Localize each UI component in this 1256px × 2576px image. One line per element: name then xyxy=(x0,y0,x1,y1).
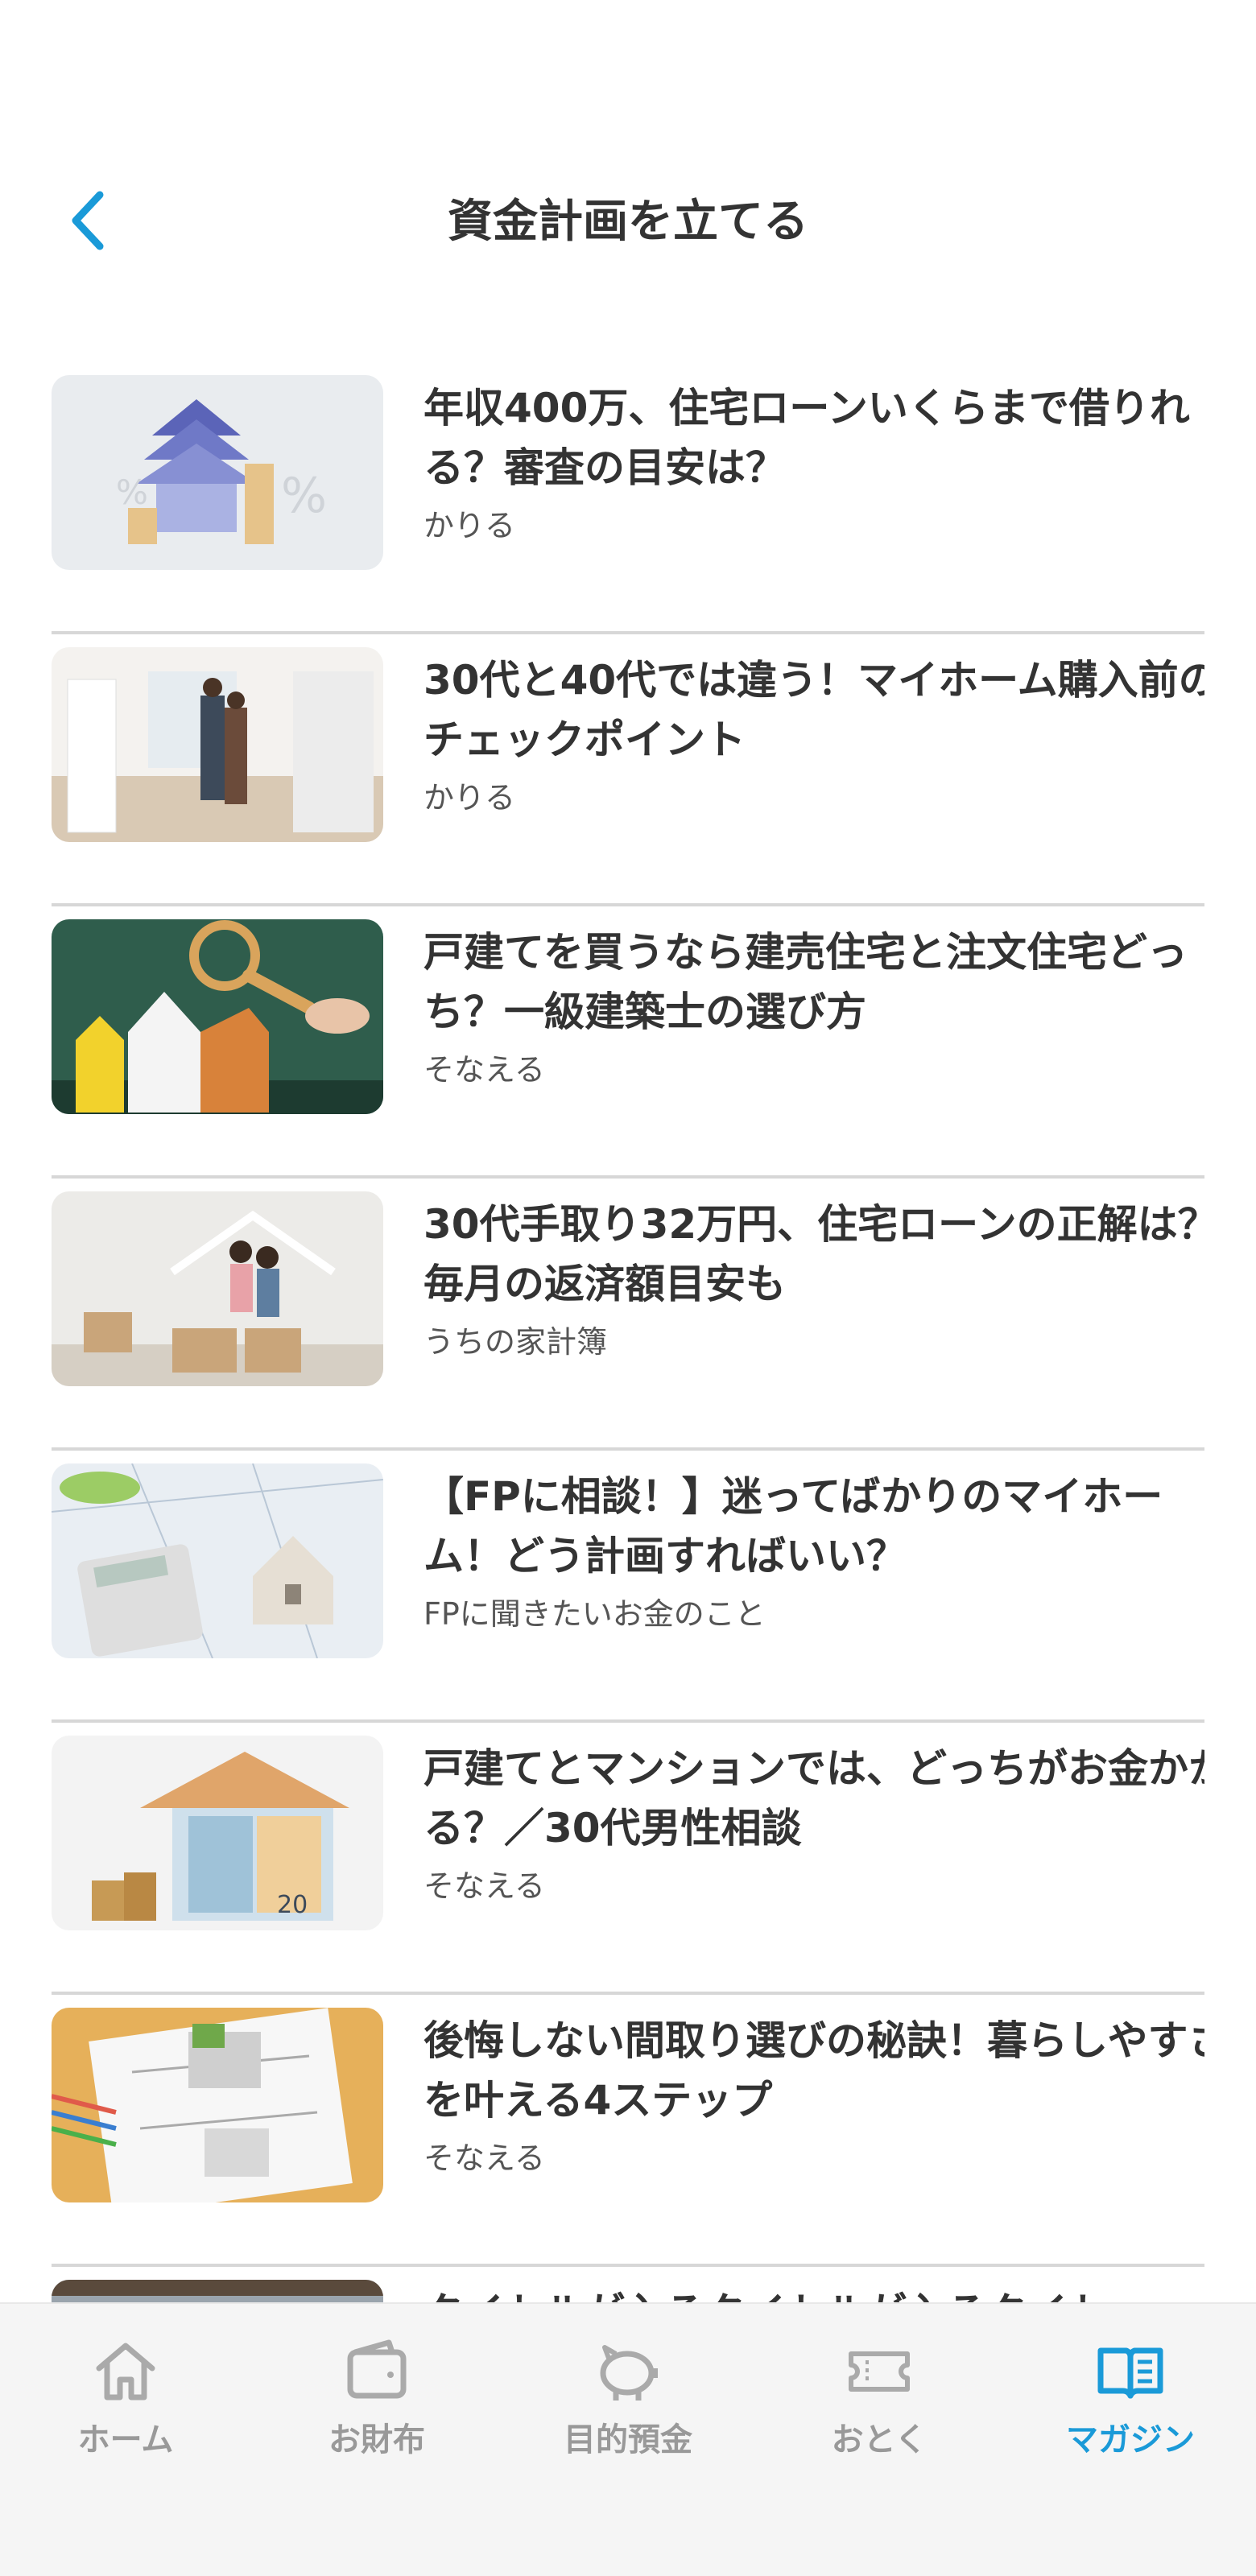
book-icon xyxy=(1097,2347,1163,2399)
tab-label: ホーム xyxy=(77,2421,174,2458)
svg-text:20: 20 xyxy=(277,1891,308,1919)
article-category: そなえる xyxy=(423,1868,545,1904)
home-icon xyxy=(96,2343,155,2401)
tab-label: お財布 xyxy=(328,2421,425,2458)
article-item[interactable]: 30代手取り32万円、住宅ローンの正解は？毎月の返済額目安も うちの家計簿 xyxy=(52,1179,1204,1451)
article-thumbnail: % % xyxy=(52,375,383,570)
article-thumbnail xyxy=(52,2008,383,2202)
article-list[interactable]: % % 年収400万、住宅ローンいくらまで借りれる？審査の目安は？ かりる 30… xyxy=(52,362,1204,2302)
header: 資金計画を立てる xyxy=(0,145,1256,290)
svg-text:%: % xyxy=(281,468,327,524)
svg-text:%: % xyxy=(116,473,148,512)
article-category: かりる xyxy=(423,780,516,815)
page-title: 資金計画を立てる xyxy=(448,195,808,248)
article-item[interactable]: 戸建てを買うなら建売住宅と注文住宅どっち？一級建築士の選び方 そなえる xyxy=(52,906,1204,1179)
back-button[interactable] xyxy=(52,180,132,261)
chevron-left-icon xyxy=(72,191,104,250)
article-title: 戸建てとマンションでは、どっちがお金かかる？／30代男性相談 xyxy=(423,1745,1204,1852)
article-category: かりる xyxy=(423,508,516,543)
article-thumbnail xyxy=(52,647,383,842)
article-thumbnail xyxy=(52,1191,383,1386)
article-thumbnail: 20 xyxy=(52,1736,383,1930)
article-category: そなえる xyxy=(423,1052,545,1088)
article-item[interactable]: タイトルが入るタイトルが入るタイト xyxy=(52,2267,1204,2302)
article-title: 30代手取り32万円、住宅ローンの正解は？毎月の返済額目安も xyxy=(423,1201,1204,1307)
tab-savings[interactable]: 目的預金 xyxy=(502,2336,754,2481)
article-category: そなえる xyxy=(423,2140,545,2176)
article-item[interactable]: 後悔しない間取り選びの秘訣！暮らしやすさを叶える4ステップ そなえる xyxy=(52,1995,1204,2267)
article-title: 後悔しない間取り選びの秘訣！暮らしやすさを叶える4ステップ xyxy=(423,2017,1204,2124)
article-title: タイトルが入るタイトルが入るタイト xyxy=(423,2283,1204,2302)
screen: 資金計画を立てる % % 年収400万、住宅ローンいくらまで借りれる？審査の目安… xyxy=(0,0,1256,2576)
article-title: 戸建てを買うなら建売住宅と注文住宅どっち？一級建築士の選び方 xyxy=(423,929,1188,1035)
article-category: FPに聞きたいお金のこと xyxy=(423,1596,766,1632)
tab-wallet[interactable]: お財布 xyxy=(251,2336,502,2481)
article-category: うちの家計簿 xyxy=(423,1324,608,1360)
tab-home[interactable]: ホーム xyxy=(0,2336,251,2481)
tab-label: 目的預金 xyxy=(564,2421,692,2458)
tab-label: おとく xyxy=(831,2421,928,2458)
tab-label: マガジン xyxy=(1066,2421,1195,2458)
article-thumbnail xyxy=(52,1463,383,1658)
article-item[interactable]: 【FPに相談！】迷ってばかりのマイホーム！どう計画すればいい？ FPに聞きたいお… xyxy=(52,1451,1204,1723)
bottom-tab-bar: ホーム お財布 目的預金 おとく マガジン xyxy=(0,2302,1256,2576)
article-item[interactable]: % % 年収400万、住宅ローンいくらまで借りれる？審査の目安は？ かりる xyxy=(52,362,1204,634)
article-item[interactable]: 20 戸建てとマンションでは、どっちがお金かかる？／30代男性相談 そなえる xyxy=(52,1723,1204,1995)
piggy-bank-icon xyxy=(600,2345,658,2401)
wallet-icon xyxy=(347,2339,407,2399)
article-thumbnail xyxy=(52,919,383,1114)
article-title: 30代と40代では違う！マイホーム購入前のチェックポイント xyxy=(423,657,1204,763)
ticket-icon xyxy=(849,2351,910,2392)
tab-deals[interactable]: おとく xyxy=(754,2336,1005,2481)
article-thumbnail xyxy=(52,2280,383,2302)
article-title: 年収400万、住宅ローンいくらまで借りれる？審査の目安は？ xyxy=(423,385,1190,491)
article-title: 【FPに相談！】迷ってばかりのマイホーム！どう計画すればいい？ xyxy=(423,1473,1163,1579)
tab-magazine[interactable]: マガジン xyxy=(1005,2336,1256,2481)
article-item[interactable]: 30代と40代では違う！マイホーム購入前のチェックポイント かりる xyxy=(52,634,1204,906)
